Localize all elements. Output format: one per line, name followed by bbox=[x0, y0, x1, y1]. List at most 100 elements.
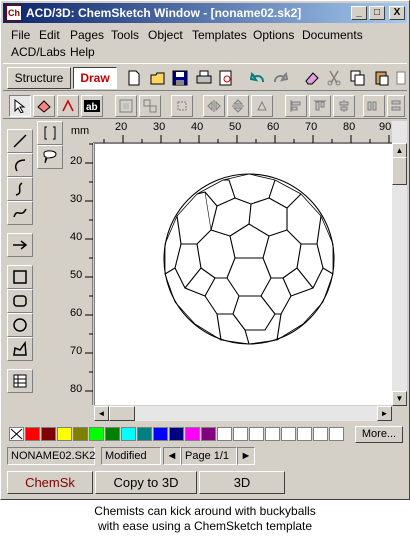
rotate-icon[interactable] bbox=[251, 95, 273, 117]
no-color-swatch[interactable] bbox=[9, 427, 24, 441]
callout-tool-icon[interactable] bbox=[37, 145, 63, 169]
menu-file[interactable]: File bbox=[11, 28, 30, 42]
color-swatch[interactable] bbox=[153, 427, 168, 441]
rotate-select-icon[interactable] bbox=[57, 95, 79, 117]
text-ab-icon[interactable]: ab bbox=[81, 95, 103, 117]
next-page-icon[interactable]: ► bbox=[237, 447, 255, 465]
v-ruler-tick-label: 20 bbox=[70, 155, 83, 167]
menu-options[interactable]: Options bbox=[253, 28, 294, 42]
menu-help[interactable]: Help bbox=[70, 45, 95, 59]
menu-object[interactable]: Object bbox=[148, 28, 183, 42]
align-top-icon[interactable] bbox=[309, 95, 331, 117]
color-swatch[interactable] bbox=[281, 427, 296, 441]
more-colors-button[interactable]: More... bbox=[355, 426, 403, 443]
structure-mode-button[interactable]: Structure bbox=[7, 67, 71, 89]
distribute-icon[interactable] bbox=[363, 95, 385, 117]
bracket-tool-icon[interactable] bbox=[37, 121, 63, 145]
color-swatch[interactable] bbox=[137, 427, 152, 441]
menu-edit[interactable]: Edit bbox=[39, 28, 60, 42]
print-icon[interactable] bbox=[193, 67, 215, 89]
buckyball-drawing[interactable] bbox=[95, 144, 393, 406]
horizontal-scrollbar[interactable]: ◄ ► bbox=[94, 406, 392, 421]
drawing-toolbar: ab bbox=[3, 93, 407, 119]
align-center-icon[interactable] bbox=[333, 95, 355, 117]
color-swatch[interactable] bbox=[121, 427, 136, 441]
prev-page-icon[interactable]: ◄ bbox=[163, 447, 181, 465]
h-ruler-tick-label: 50 bbox=[229, 121, 242, 133]
scroll-up-icon[interactable]: ▲ bbox=[392, 143, 407, 158]
drawing-canvas[interactable] bbox=[94, 143, 392, 405]
cut-icon[interactable] bbox=[323, 67, 345, 89]
group-icon[interactable] bbox=[115, 95, 137, 117]
arrow-tool-icon[interactable] bbox=[7, 233, 33, 257]
scroll-right-icon[interactable]: ► bbox=[377, 406, 392, 421]
color-swatch[interactable] bbox=[297, 427, 312, 441]
flip-horizontal-icon[interactable] bbox=[203, 95, 225, 117]
copy-icon[interactable] bbox=[347, 67, 369, 89]
color-swatch[interactable] bbox=[25, 427, 40, 441]
wave-tool-icon[interactable] bbox=[7, 201, 33, 225]
select-arrow-icon[interactable] bbox=[9, 95, 31, 117]
line-tool-icon[interactable] bbox=[7, 129, 33, 153]
color-swatch[interactable] bbox=[89, 427, 104, 441]
color-swatch[interactable] bbox=[169, 427, 184, 441]
align-left-icon[interactable] bbox=[285, 95, 307, 117]
h-ruler-tick-label: 90 bbox=[379, 121, 392, 133]
color-swatch[interactable] bbox=[41, 427, 56, 441]
vertical-scrollbar[interactable]: ▲ ▼ bbox=[392, 121, 407, 406]
rectangle-tool-icon[interactable] bbox=[7, 265, 33, 289]
scroll-left-icon[interactable]: ◄ bbox=[94, 406, 109, 421]
draw-mode-button[interactable]: Draw bbox=[73, 67, 117, 89]
distribute-vertical-icon[interactable] bbox=[387, 95, 405, 117]
title-bar[interactable]: Ch ACD/3D: ChemSketch Window - [noname02… bbox=[3, 3, 407, 23]
paste-icon[interactable] bbox=[371, 67, 393, 89]
menu-documents[interactable]: Documents bbox=[302, 28, 363, 42]
ellipse-tool-icon[interactable] bbox=[7, 313, 33, 337]
polygon-tool-icon[interactable] bbox=[7, 337, 33, 361]
color-swatch[interactable] bbox=[329, 427, 344, 441]
caption: Chemists can kick around with buckyballs… bbox=[0, 500, 410, 538]
arrange-icon[interactable] bbox=[171, 95, 193, 117]
print-preview-icon[interactable] bbox=[215, 67, 237, 89]
color-swatch[interactable] bbox=[185, 427, 200, 441]
close-button[interactable]: X bbox=[389, 6, 405, 20]
color-swatch[interactable] bbox=[233, 427, 248, 441]
color-swatch[interactable] bbox=[57, 427, 72, 441]
more-tools-icon[interactable] bbox=[395, 67, 407, 89]
chemsk-button[interactable]: ChemSk bbox=[7, 471, 93, 494]
horizontal-scroll-thumb[interactable] bbox=[109, 406, 135, 421]
ungroup-icon[interactable] bbox=[139, 95, 161, 117]
color-swatch[interactable] bbox=[201, 427, 216, 441]
save-icon[interactable] bbox=[169, 67, 191, 89]
v-ruler-tick-label: 50 bbox=[70, 269, 83, 281]
select-lasso-icon[interactable] bbox=[33, 95, 55, 117]
status-page: Page 1/1 bbox=[181, 447, 237, 465]
new-page-icon[interactable] bbox=[123, 67, 145, 89]
restore-button[interactable]: □ bbox=[369, 6, 385, 20]
flip-vertical-icon[interactable] bbox=[227, 95, 249, 117]
color-swatch[interactable] bbox=[105, 427, 120, 441]
menu-pages[interactable]: Pages bbox=[70, 28, 104, 42]
open-icon[interactable] bbox=[147, 67, 169, 89]
table-tool-icon[interactable] bbox=[7, 369, 33, 393]
copy-to-3d-button[interactable]: Copy to 3D bbox=[95, 471, 197, 494]
color-swatch[interactable] bbox=[249, 427, 264, 441]
color-swatch[interactable] bbox=[265, 427, 280, 441]
eraser-icon[interactable] bbox=[301, 67, 323, 89]
caption-line-2: with ease using a ChemSketch template bbox=[97, 519, 313, 533]
menu-tools[interactable]: Tools bbox=[111, 28, 139, 42]
undo-icon[interactable] bbox=[247, 67, 269, 89]
menu-acdlabs[interactable]: ACD/Labs bbox=[11, 45, 66, 59]
minimize-button[interactable]: _ bbox=[351, 6, 367, 20]
color-swatch[interactable] bbox=[313, 427, 328, 441]
curve-tool-icon[interactable] bbox=[7, 177, 33, 201]
3d-button[interactable]: 3D bbox=[199, 471, 285, 494]
color-swatch[interactable] bbox=[73, 427, 88, 441]
color-swatch[interactable] bbox=[217, 427, 232, 441]
rounded-rect-tool-icon[interactable] bbox=[7, 289, 33, 313]
menu-templates[interactable]: Templates bbox=[192, 28, 247, 42]
vertical-scroll-thumb[interactable] bbox=[392, 157, 407, 185]
arc-tool-icon[interactable] bbox=[7, 153, 33, 177]
redo-icon[interactable] bbox=[269, 67, 291, 89]
scroll-down-icon[interactable]: ▼ bbox=[392, 391, 407, 406]
